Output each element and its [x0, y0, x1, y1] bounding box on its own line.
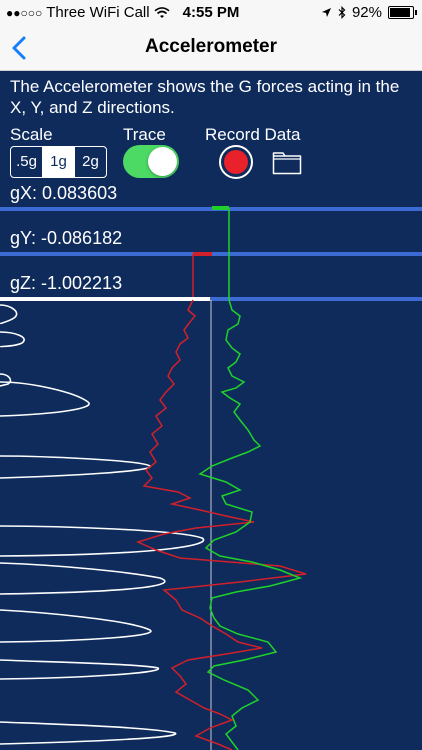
- location-arrow-icon: [321, 8, 331, 17]
- gx-bar: [212, 206, 229, 210]
- trace-label: Trace: [123, 125, 166, 144]
- status-right: 92%: [321, 4, 417, 21]
- y-trace: [135, 299, 307, 750]
- record-button[interactable]: [219, 145, 253, 179]
- navigation-bar: Accelerometer: [0, 26, 422, 71]
- scale-option-1g[interactable]: 1g: [43, 147, 75, 177]
- record-data-label: Record Data: [205, 125, 301, 144]
- battery-percent: 92%: [351, 4, 382, 21]
- record-icon: [224, 150, 248, 174]
- gx-separator: [0, 207, 422, 211]
- gy-bar: [193, 252, 212, 256]
- gz-bar: [0, 297, 210, 301]
- toggle-knob: [148, 147, 177, 176]
- folder-icon[interactable]: [272, 151, 302, 175]
- scale-label: Scale: [10, 125, 53, 144]
- z-trace: [0, 304, 205, 745]
- scale-option-2g[interactable]: 2g: [75, 147, 106, 177]
- page-title: Accelerometer: [144, 36, 278, 57]
- scale-segmented-control: .5g 1g 2g: [10, 146, 107, 178]
- trace-toggle[interactable]: [123, 145, 179, 178]
- battery-icon: [388, 6, 417, 19]
- status-bar: ●●○○○ Three WiFi Call 4:55 PM 92%: [0, 0, 422, 26]
- accelerometer-plot: [0, 206, 422, 750]
- bluetooth-icon: [338, 6, 346, 19]
- scale-option-half-g[interactable]: .5g: [11, 147, 43, 177]
- x-trace: [198, 299, 303, 750]
- description-text: The Accelerometer shows the G forces act…: [10, 77, 400, 117]
